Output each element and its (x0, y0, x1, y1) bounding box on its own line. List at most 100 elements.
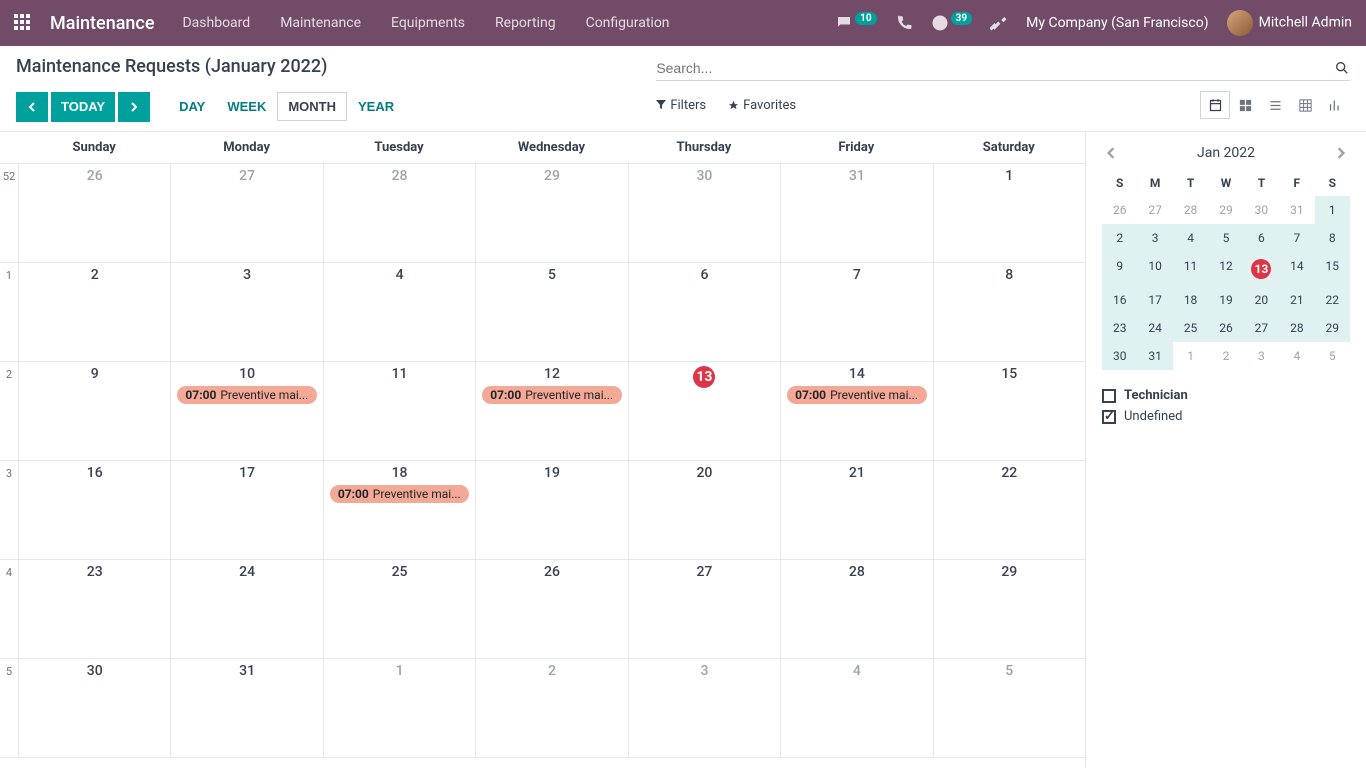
nav-configuration[interactable]: Configuration (586, 15, 670, 31)
legend-undefined[interactable]: Undefined (1102, 409, 1350, 424)
calendar-day[interactable]: 31 (780, 164, 932, 263)
mini-day[interactable]: 1 (1315, 196, 1350, 224)
search-input[interactable] (656, 60, 1334, 76)
nav-reporting[interactable]: Reporting (495, 15, 556, 31)
search-icon[interactable] (1334, 60, 1350, 76)
calendar-day[interactable]: 13 (628, 362, 780, 461)
mini-day[interactable]: 15 (1315, 252, 1350, 286)
mini-day[interactable]: 27 (1137, 196, 1172, 224)
today-button[interactable]: TODAY (51, 92, 115, 122)
view-kanban[interactable] (1230, 91, 1260, 119)
mini-day[interactable]: 26 (1102, 196, 1137, 224)
calendar-day[interactable]: 11 (323, 362, 475, 461)
mini-day[interactable]: 7 (1279, 224, 1314, 252)
calendar-day[interactable]: 30 (628, 164, 780, 263)
calendar-day[interactable]: 4 (780, 659, 932, 758)
mini-day[interactable]: 27 (1244, 314, 1279, 342)
mini-day[interactable]: 29 (1208, 196, 1243, 224)
calendar-day[interactable]: 30 (18, 659, 170, 758)
calendar-event[interactable]: 07:00Preventive mai... (482, 386, 621, 404)
calendar-day[interactable]: 5 (475, 263, 627, 362)
calendar-day[interactable]: 20 (628, 461, 780, 560)
mini-day[interactable]: 14 (1279, 252, 1314, 286)
messages-button[interactable]: 10 (835, 14, 876, 32)
nav-dashboard[interactable]: Dashboard (182, 15, 250, 31)
mini-day[interactable]: 20 (1244, 286, 1279, 314)
mini-day[interactable]: 9 (1102, 252, 1137, 286)
prev-button[interactable] (16, 92, 48, 122)
mini-day[interactable]: 17 (1137, 286, 1172, 314)
mini-day[interactable]: 26 (1208, 314, 1243, 342)
calendar-day[interactable]: 2 (475, 659, 627, 758)
calendar-day[interactable]: 25 (323, 560, 475, 659)
favorites-button[interactable]: Favorites (728, 98, 796, 113)
calendar-day[interactable]: 9 (18, 362, 170, 461)
calendar-day[interactable]: 16 (18, 461, 170, 560)
mini-day[interactable]: 16 (1102, 286, 1137, 314)
mini-day[interactable]: 1 (1173, 342, 1208, 370)
calendar-day[interactable]: 6 (628, 263, 780, 362)
calendar-event[interactable]: 07:00Preventive mai... (330, 485, 469, 503)
next-button[interactable] (118, 92, 150, 122)
calendar-day[interactable]: 3 (170, 263, 322, 362)
calendar-day[interactable]: 5 (933, 659, 1085, 758)
filters-button[interactable]: Filters (656, 98, 706, 113)
calendar-day[interactable]: 3 (628, 659, 780, 758)
calendar-day[interactable]: 1 (323, 659, 475, 758)
calendar-day[interactable]: 27 (170, 164, 322, 263)
mini-day[interactable]: 2 (1102, 224, 1137, 252)
calendar-day[interactable]: 29 (933, 560, 1085, 659)
mini-day[interactable]: 13 (1244, 252, 1279, 286)
calendar-day[interactable]: 27 (628, 560, 780, 659)
calendar-day[interactable]: 17 (170, 461, 322, 560)
calendar-day[interactable]: 31 (170, 659, 322, 758)
mini-day[interactable]: 21 (1279, 286, 1314, 314)
user-menu[interactable]: Mitchell Admin (1227, 10, 1352, 36)
search-bar[interactable] (656, 56, 1350, 81)
calendar-day[interactable]: 21 (780, 461, 932, 560)
mini-day[interactable]: 4 (1173, 224, 1208, 252)
calendar-day[interactable]: 26 (475, 560, 627, 659)
calendar-day[interactable]: 22 (933, 461, 1085, 560)
legend-technician[interactable]: Technician (1102, 388, 1350, 403)
mini-day[interactable]: 5 (1315, 342, 1350, 370)
calendar-day[interactable]: 24 (170, 560, 322, 659)
mini-day[interactable]: 24 (1137, 314, 1172, 342)
calendar-day[interactable]: 1 (933, 164, 1085, 263)
nav-maintenance[interactable]: Maintenance (280, 15, 361, 31)
mini-day[interactable]: 30 (1102, 342, 1137, 370)
apps-icon[interactable] (14, 14, 32, 32)
mini-day[interactable]: 19 (1208, 286, 1243, 314)
scale-week[interactable]: WEEK (216, 92, 277, 121)
mini-day[interactable]: 18 (1173, 286, 1208, 314)
calendar-event[interactable]: 07:00Preventive mai... (177, 386, 316, 404)
calendar-day[interactable]: 7 (780, 263, 932, 362)
calendar-day[interactable]: 1207:00Preventive mai... (475, 362, 627, 461)
mini-day[interactable]: 22 (1315, 286, 1350, 314)
mini-day[interactable]: 5 (1208, 224, 1243, 252)
scale-year[interactable]: YEAR (347, 92, 405, 121)
calendar-day[interactable]: 23 (18, 560, 170, 659)
mini-next[interactable] (1332, 144, 1350, 162)
activities-button[interactable]: 39 (931, 14, 972, 32)
calendar-day[interactable]: 1407:00Preventive mai... (780, 362, 932, 461)
calendar-day[interactable]: 15 (933, 362, 1085, 461)
calendar-event[interactable]: 07:00Preventive mai... (787, 386, 926, 404)
calendar-day[interactable]: 19 (475, 461, 627, 560)
calendar-day[interactable]: 1807:00Preventive mai... (323, 461, 475, 560)
calendar-day[interactable]: 26 (18, 164, 170, 263)
phone-button[interactable] (895, 14, 913, 32)
calendar-day[interactable]: 8 (933, 263, 1085, 362)
scale-day[interactable]: DAY (168, 92, 216, 121)
mini-day[interactable]: 28 (1279, 314, 1314, 342)
mini-day[interactable]: 30 (1244, 196, 1279, 224)
mini-day[interactable]: 25 (1173, 314, 1208, 342)
view-list[interactable] (1260, 91, 1290, 119)
mini-day[interactable]: 3 (1244, 342, 1279, 370)
mini-day[interactable]: 29 (1315, 314, 1350, 342)
mini-day[interactable]: 23 (1102, 314, 1137, 342)
calendar-day[interactable]: 28 (323, 164, 475, 263)
mini-day[interactable]: 31 (1137, 342, 1172, 370)
view-calendar[interactable] (1200, 91, 1230, 119)
mini-prev[interactable] (1102, 144, 1120, 162)
